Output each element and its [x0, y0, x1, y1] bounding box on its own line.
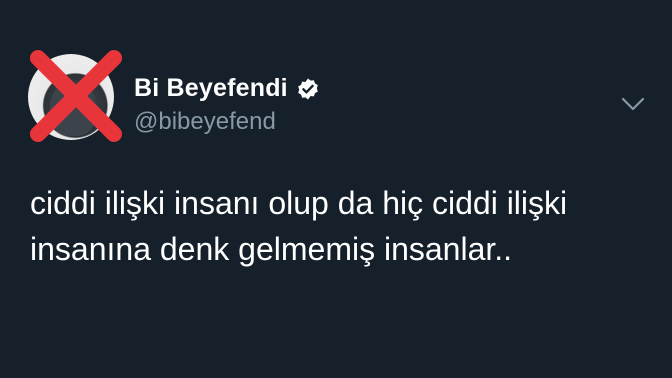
red-x-icon — [30, 50, 122, 142]
tweet-text: ciddi ilişki insanı olup da hiç ciddi il… — [30, 180, 650, 272]
author-name-row: Bi Beyefendi — [134, 74, 320, 103]
author-display-name[interactable]: Bi Beyefendi — [134, 74, 288, 103]
verified-badge-icon — [298, 78, 318, 99]
chevron-down-icon[interactable] — [620, 96, 646, 112]
tweet-text-line: ciddi ilişki insanı olup da hiç ciddi il… — [30, 185, 568, 221]
tweet-card: Bi Beyefendi @bibeyefend ciddi ilişki in… — [0, 0, 672, 378]
tweet-text-line: insanına denk gelmemiş insanlar.. — [30, 231, 513, 267]
avatar-area[interactable] — [20, 40, 132, 152]
author-handle[interactable]: @bibeyefend — [134, 108, 276, 136]
